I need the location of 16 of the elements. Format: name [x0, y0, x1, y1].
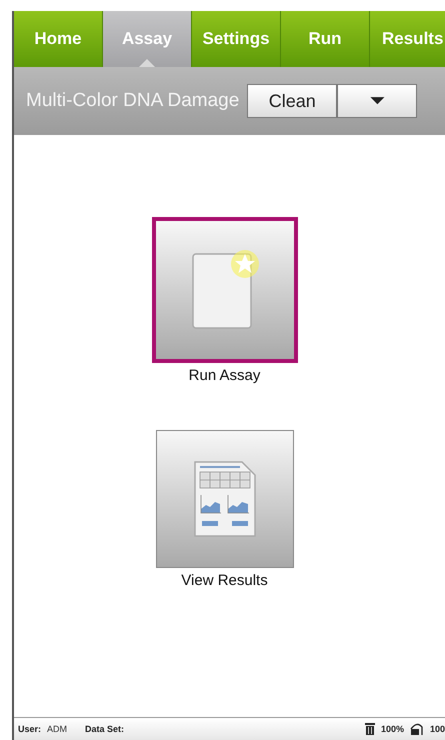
tile-label: Run Assay: [188, 367, 260, 384]
dataset-label: Data Set:: [85, 724, 124, 734]
report-document-icon: [192, 459, 258, 539]
menu-button[interactable]: ⏷: [337, 84, 418, 118]
trash-icon: [364, 723, 375, 735]
assay-title: Multi-Color DNA Damage: [26, 90, 240, 112]
tile-button[interactable]: [152, 217, 298, 363]
user-label: User:: [18, 724, 42, 734]
user-value: ADM: [47, 724, 68, 734]
tab[interactable]: Assay: [103, 11, 192, 67]
tile-label: View Results: [181, 572, 268, 589]
supply-level: 100: [430, 724, 445, 734]
clean-button[interactable]: Clean: [247, 84, 338, 118]
tab[interactable]: Results: [370, 11, 445, 67]
tile-button[interactable]: [156, 430, 294, 568]
waste-level: 100%: [380, 724, 404, 734]
